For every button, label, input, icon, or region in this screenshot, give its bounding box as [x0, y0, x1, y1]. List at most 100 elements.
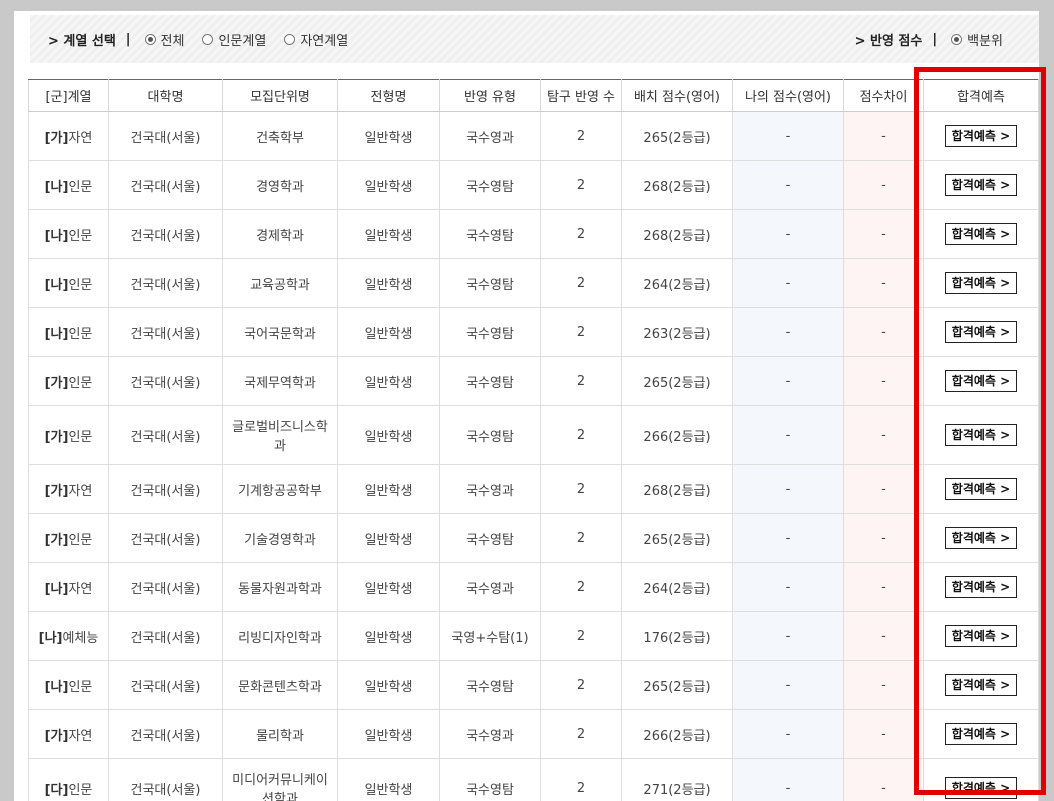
predict-button[interactable]: 합격예측 >	[944, 674, 1018, 696]
predict-button[interactable]: 합격예측 >	[944, 777, 1018, 799]
major-cell: 교육공학과	[222, 258, 338, 308]
group-cell: [가]자연	[28, 111, 109, 161]
placement-score-cell: 268(2등급)	[621, 209, 733, 259]
predict-cell: 합격예측 >	[923, 660, 1039, 710]
predict-button[interactable]: 합격예측 >	[944, 125, 1018, 147]
placement-score-cell: 265(2등급)	[621, 513, 733, 563]
score-diff-cell: -	[843, 709, 924, 759]
predict-button[interactable]: 합격예측 >	[944, 424, 1018, 446]
group-cell: [나]인문	[28, 209, 109, 259]
predict-button[interactable]: 합격예측 >	[944, 272, 1018, 294]
group-label: [나]	[44, 228, 69, 244]
admission-type-cell: 일반학생	[337, 709, 440, 759]
university-cell: 건국대(서울)	[108, 758, 223, 801]
predict-cell: 합격예측 >	[923, 464, 1039, 514]
admission-type-cell: 일반학생	[337, 464, 440, 514]
my-score-cell: -	[732, 464, 844, 514]
group-label: [나]	[44, 679, 69, 695]
admission-type-cell: 일반학생	[337, 660, 440, 710]
group-cell: [가]자연	[28, 464, 109, 514]
table-row: [나]인문 건국대(서울) 경영학과 일반학생 국수영탐 2 268(2등급) - - 합격예측 …	[28, 160, 1039, 210]
score-diff-cell: -	[843, 562, 924, 612]
inquiry-count-cell: 2	[540, 160, 622, 210]
track-label: 인문	[68, 375, 93, 391]
inquiry-count-cell: 2	[540, 258, 622, 308]
score-diff-cell: -	[843, 160, 924, 210]
radio-circle-icon[interactable]	[144, 33, 156, 45]
table-row: [나]자연 건국대(서울) 동물자원과학과 일반학생 국수영과 2 264(2등급) - - 합격…	[28, 562, 1039, 612]
radio-circle-icon[interactable]	[284, 33, 296, 45]
group-label: [가]	[44, 429, 69, 445]
admission-type-cell: 일반학생	[337, 562, 440, 612]
predict-button[interactable]: 합격예측 >	[944, 723, 1018, 745]
table-row: [나]인문 건국대(서울) 국어국문학과 일반학생 국수영탐 2 263(2등급) - - 합격예…	[28, 307, 1039, 357]
radio-science-label: 자연계열	[300, 33, 349, 49]
major-cell: 동물자원과학과	[222, 562, 338, 612]
predict-button[interactable]: 합격예측 >	[944, 370, 1018, 392]
track-label: 인문	[68, 179, 93, 195]
group-cell: [나]인문	[28, 258, 109, 308]
major-cell: 문화콘텐츠학과	[222, 660, 338, 710]
track-label: 인문	[68, 277, 93, 293]
predict-button[interactable]: 합격예측 >	[944, 478, 1018, 500]
track-label: 인문	[68, 532, 93, 548]
score-diff-cell: -	[843, 464, 924, 514]
placement-score-cell: 268(2등급)	[621, 160, 733, 210]
radio-percentile[interactable]: 백분위	[951, 30, 1003, 49]
track-label: 자연	[68, 581, 93, 597]
placement-score-cell: 264(2등급)	[621, 258, 733, 308]
inquiry-count-cell: 2	[540, 513, 622, 563]
university-cell: 건국대(서울)	[108, 464, 223, 514]
university-cell: 건국대(서울)	[108, 307, 223, 357]
predict-cell: 합격예측 >	[923, 307, 1039, 357]
university-cell: 건국대(서울)	[108, 709, 223, 759]
predict-button[interactable]: 합격예측 >	[944, 174, 1018, 196]
predict-button[interactable]: 합격예측 >	[944, 321, 1018, 343]
reflect-type-cell: 국수영과	[439, 562, 541, 612]
reflect-type-cell: 국수영탐	[439, 307, 541, 357]
predict-button[interactable]: 합격예측 >	[944, 625, 1018, 647]
group-cell: [나]인문	[28, 660, 109, 710]
group-label: [나]	[44, 581, 69, 597]
major-cell: 미디어커뮤니케이션학과	[222, 758, 338, 801]
radio-humanities[interactable]: 인문계열	[202, 30, 266, 49]
group-cell: [다]인문	[28, 758, 109, 801]
predict-button[interactable]: 합격예측 >	[944, 223, 1018, 245]
predict-button[interactable]: 합격예측 >	[944, 527, 1018, 549]
results-table-wrap: [군]계열 대학명 모집단위명 전형명 반영 유형 탐구 반영 수 배치 점수(영어) 나의 …	[28, 79, 1039, 801]
placement-score-cell: 268(2등급)	[621, 464, 733, 514]
radio-science[interactable]: 자연계열	[284, 30, 348, 49]
track-filter-title: > 계열 선택	[48, 33, 116, 49]
group-label: [나]	[44, 277, 69, 293]
predict-cell: 합격예측 >	[923, 209, 1039, 259]
column-header: [군]계열	[28, 79, 109, 112]
radio-all[interactable]: 전체	[144, 30, 184, 49]
university-cell: 건국대(서울)	[108, 513, 223, 563]
predict-button[interactable]: 합격예측 >	[944, 576, 1018, 598]
score-diff-cell: -	[843, 660, 924, 710]
score-diff-cell: -	[843, 405, 924, 465]
radio-circle-icon[interactable]	[202, 33, 214, 45]
university-cell: 건국대(서울)	[108, 258, 223, 308]
predict-cell: 합격예측 >	[923, 562, 1039, 612]
group-label: [가]	[44, 532, 69, 548]
radio-circle-icon[interactable]	[951, 33, 963, 45]
column-header: 점수차이	[843, 79, 924, 112]
my-score-cell: -	[732, 307, 844, 357]
placement-score-cell: 271(2등급)	[621, 758, 733, 801]
filter-bar: > 계열 선택 | 전체 인문계열 자연계열 > 반영 점수 | 백분위	[30, 15, 1039, 63]
score-diff-cell: -	[843, 513, 924, 563]
my-score-cell: -	[732, 209, 844, 259]
major-cell: 건축학부	[222, 111, 338, 161]
predict-cell: 합격예측 >	[923, 611, 1039, 661]
column-header: 반영 유형	[439, 79, 541, 112]
column-header: 배치 점수(영어)	[621, 79, 733, 112]
my-score-cell: -	[732, 513, 844, 563]
my-score-cell: -	[732, 709, 844, 759]
group-label: [나]	[44, 179, 69, 195]
admission-type-cell: 일반학생	[337, 160, 440, 210]
table-row: [나]인문 건국대(서울) 경제학과 일반학생 국수영탐 2 268(2등급) - - 합격예측 …	[28, 209, 1039, 259]
inquiry-count-cell: 2	[540, 562, 622, 612]
group-label: [가]	[44, 483, 69, 499]
score-filter: > 반영 점수 | 백분위	[855, 15, 1003, 63]
